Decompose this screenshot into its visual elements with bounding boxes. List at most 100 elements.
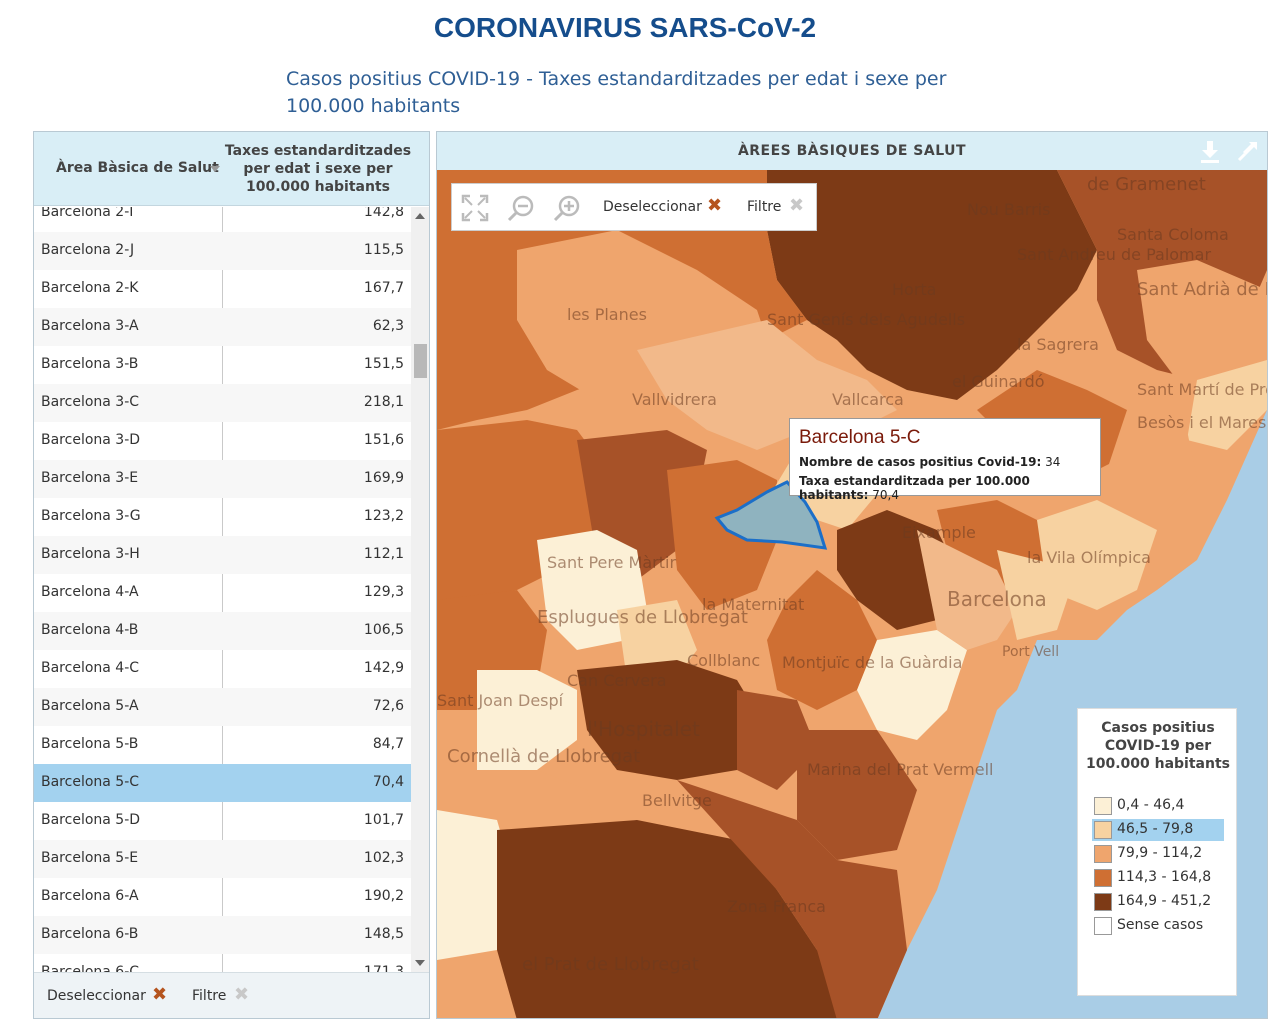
- map-label: Sant Andreu de Palomar: [1017, 245, 1211, 264]
- table-row[interactable]: Barcelona 2-I 142,8: [34, 207, 411, 232]
- row-area-name: Barcelona 2-J: [41, 242, 135, 258]
- row-area-name: Barcelona 5-E: [41, 850, 139, 866]
- sort-dropdown-icon[interactable]: [210, 166, 220, 172]
- map-label: Sant Pere Màrtir: [547, 553, 676, 572]
- row-rate-value: 167,7: [363, 280, 404, 296]
- row-area-name: Barcelona 3-B: [41, 356, 139, 372]
- map-title: ÀREES BÀSIQUES DE SALUT: [737, 143, 967, 159]
- row-area-name: Barcelona 3-A: [41, 318, 139, 334]
- scroll-thumb[interactable]: [414, 344, 427, 378]
- map-label: Barcelona: [947, 587, 1047, 611]
- filter-close-icon[interactable]: ✖: [234, 984, 249, 1005]
- row-rate-value: 142,9: [363, 660, 404, 676]
- row-area-name: Barcelona 3-E: [41, 470, 139, 486]
- legend-item[interactable]: 46,5 - 79,8: [1092, 819, 1224, 841]
- table-row[interactable]: Barcelona 6-A 190,2: [34, 878, 411, 916]
- row-area-name: Barcelona 2-K: [41, 280, 139, 296]
- scroll-up-icon[interactable]: [415, 213, 425, 219]
- map-label: Port Vell: [1002, 644, 1059, 660]
- area-tooltip: Barcelona 5-C Nombre de casos positius C…: [789, 418, 1101, 502]
- table-row[interactable]: Barcelona 2-K 167,7: [34, 270, 411, 308]
- table-row[interactable]: Barcelona 3-H 112,1: [34, 536, 411, 574]
- area-table-panel: Àrea Bàsica de Salut Taxes estandarditza…: [33, 131, 430, 1019]
- table-scrollbar[interactable]: [411, 207, 429, 972]
- legend-title: Casos positius COVID-19 per 100.000 habi…: [1085, 720, 1230, 772]
- legend-swatch: [1094, 821, 1112, 839]
- table-row[interactable]: Barcelona 4-C 142,9: [34, 650, 411, 688]
- map-label: la Sagrera: [1017, 335, 1099, 354]
- row-rate-value: 102,3: [363, 850, 404, 866]
- legend-item[interactable]: 164,9 - 451,2: [1092, 891, 1224, 913]
- column-header-rate[interactable]: Taxes estandarditzades per edat i sexe p…: [224, 142, 412, 196]
- map-label: el Guinardó: [952, 372, 1045, 391]
- table-footer: Deseleccionar ✖ Filtre ✖: [34, 972, 429, 1018]
- row-rate-value: 171,3: [363, 964, 404, 972]
- legend-label: 46,5 - 79,8: [1117, 821, 1194, 837]
- table-row[interactable]: Barcelona 6-B 148,5: [34, 916, 411, 954]
- deselect-close-icon[interactable]: ✖: [152, 984, 167, 1005]
- zoom-out-icon[interactable]: [506, 193, 536, 223]
- row-area-name: Barcelona 5-C: [41, 774, 140, 790]
- map-filter-button[interactable]: Filtre: [747, 199, 781, 215]
- table-row[interactable]: Barcelona 3-B 151,5: [34, 346, 411, 384]
- row-rate-value: 142,8: [363, 207, 404, 220]
- table-row[interactable]: Barcelona 4-A 129,3: [34, 574, 411, 612]
- table-row[interactable]: Barcelona 3-D 151,6: [34, 422, 411, 460]
- table-row[interactable]: Barcelona 5-D 101,7: [34, 802, 411, 840]
- row-rate-value: 112,1: [363, 546, 404, 562]
- table-row[interactable]: Barcelona 3-G 123,2: [34, 498, 411, 536]
- fullscreen-icon[interactable]: [460, 193, 490, 223]
- page-subtitle: Casos positius COVID-19 - Taxes estandar…: [286, 68, 947, 117]
- row-rate-value: 169,9: [363, 470, 404, 486]
- legend-item[interactable]: 114,3 - 164,8: [1092, 867, 1224, 889]
- row-area-name: Barcelona 5-D: [41, 812, 141, 828]
- legend-item[interactable]: Sense casos: [1092, 915, 1224, 937]
- map-label: Sant Genís dels Agudells: [767, 310, 965, 329]
- map-filter-close-icon[interactable]: ✖: [789, 195, 804, 216]
- row-area-name: Barcelona 6-C: [41, 964, 140, 972]
- table-row[interactable]: Barcelona 5-C 70,4: [34, 764, 411, 802]
- map-label: Marina del Prat Vermell: [807, 760, 993, 779]
- zoom-in-icon[interactable]: [552, 193, 582, 223]
- tooltip-rate: Taxa estandarditzada per 100.000 habitan…: [799, 474, 1100, 502]
- download-icon[interactable]: [1197, 138, 1223, 164]
- row-rate-value: 62,3: [372, 318, 404, 334]
- row-area-name: Barcelona 3-H: [41, 546, 140, 562]
- table-rows: Barcelona 2-I 142,8 Barcelona 2-J 115,5 Barc…: [34, 207, 411, 972]
- legend-item[interactable]: 79,9 - 114,2: [1092, 843, 1224, 865]
- map-label: Zona Franca: [727, 897, 826, 916]
- map-deselect-close-icon[interactable]: ✖: [707, 195, 722, 216]
- map-deselect-button[interactable]: Deseleccionar: [603, 199, 702, 215]
- table-row[interactable]: Barcelona 4-B 106,5: [34, 612, 411, 650]
- table-row[interactable]: Barcelona 3-A 62,3: [34, 308, 411, 346]
- table-row[interactable]: Barcelona 6-C 171,3: [34, 954, 411, 972]
- table-row[interactable]: Barcelona 2-J 115,5: [34, 232, 411, 270]
- row-area-name: Barcelona 6-A: [41, 888, 139, 904]
- map-label: el Prat de Llobregat: [522, 954, 699, 975]
- map-label: Collblanc: [687, 651, 760, 670]
- map-panel: ÀREES BÀSIQUES DE SALUT de Gramenet Sant…: [436, 131, 1268, 1019]
- choropleth-map[interactable]: de Gramenet Santa Coloma Nou Barris Sant…: [437, 170, 1267, 1018]
- tooltip-cases-label: Nombre de casos positius Covid-19:: [799, 455, 1042, 469]
- legend-item[interactable]: 0,4 - 46,4: [1092, 795, 1224, 817]
- scroll-down-icon[interactable]: [415, 960, 425, 966]
- column-header-area[interactable]: Àrea Bàsica de Salut: [56, 160, 219, 176]
- legend-swatch: [1094, 893, 1112, 911]
- table-filter-button[interactable]: Filtre: [192, 988, 226, 1004]
- row-rate-value: 190,2: [363, 888, 404, 904]
- legend-label: 164,9 - 451,2: [1117, 893, 1212, 909]
- table-row[interactable]: Barcelona 3-E 169,9: [34, 460, 411, 498]
- table-row[interactable]: Barcelona 5-B 84,7: [34, 726, 411, 764]
- map-label: Besòs i el Maresme: [1137, 413, 1267, 432]
- table-row[interactable]: Barcelona 3-C 218,1: [34, 384, 411, 422]
- map-label: la Vila Olímpica: [1027, 548, 1151, 567]
- map-label: les Planes: [567, 305, 647, 324]
- expand-icon[interactable]: [1235, 138, 1261, 164]
- map-label: Nou Barris: [967, 200, 1050, 219]
- table-deselect-button[interactable]: Deseleccionar: [47, 988, 146, 1004]
- row-area-name: Barcelona 4-A: [41, 584, 139, 600]
- table-row[interactable]: Barcelona 5-A 72,6: [34, 688, 411, 726]
- table-row[interactable]: Barcelona 5-E 102,3: [34, 840, 411, 878]
- row-rate-value: 70,4: [372, 774, 404, 790]
- row-rate-value: 101,7: [363, 812, 404, 828]
